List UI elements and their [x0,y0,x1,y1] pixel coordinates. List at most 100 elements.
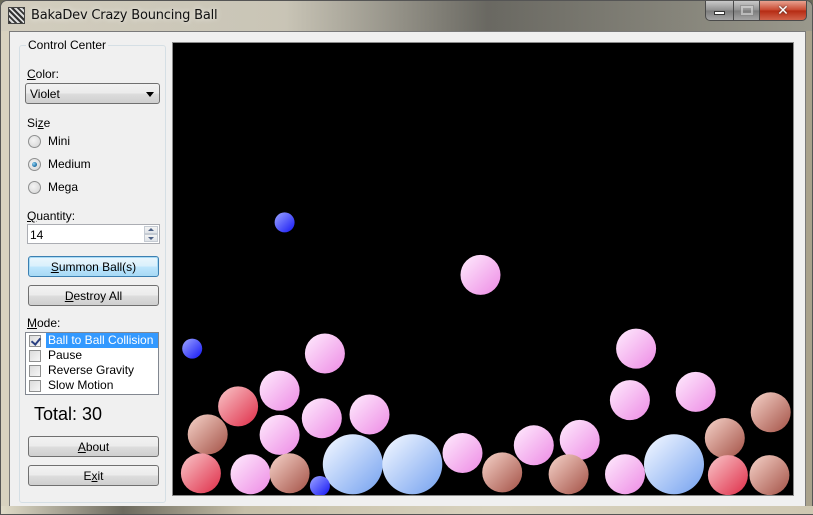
ball-violet-medium [259,370,300,411]
maximize-icon [739,5,754,16]
control-center-title: Control Center [26,38,109,52]
radio-label: Mega [48,180,79,194]
ball-violet-medium [349,394,390,435]
size-label-post: e [43,116,51,130]
ball-brown-medium [750,392,791,433]
ball-violet-medium [559,419,600,460]
quantity-label: Quantity: [27,209,75,223]
window-title: BakaDev Crazy Bouncing Ball [31,8,218,23]
ball-sky-mega [382,434,443,495]
color-dropdown-value: Violet [30,87,60,101]
mode-label-mnemonic: M [27,316,37,330]
ball-blue-mini [182,338,203,359]
mode-item-label: Ball to Ball Collision [46,333,158,348]
close-button[interactable]: ✕ [760,1,807,21]
summon-balls-button[interactable]: Summon Ball(s) [28,256,159,277]
ball-brown-medium [548,454,589,495]
ball-brown-medium [482,452,523,493]
destroy-mnemonic: D [64,288,74,303]
exit-label-post: it [97,468,104,483]
summon-label: ummon Ball(s) [58,259,137,274]
about-mnemonic: A [77,439,86,454]
color-label: Color: [27,67,59,81]
spin-down-icon[interactable] [144,234,158,242]
mode-item-slow-motion[interactable]: Slow Motion [26,378,158,393]
checkbox[interactable] [29,349,41,362]
checkbox[interactable] [29,379,41,392]
ball-violet-medium [230,454,271,495]
radio-indicator [28,157,41,171]
ball-layer [180,212,791,495]
checkbox[interactable] [29,334,41,347]
color-dropdown[interactable]: Violet [25,83,160,104]
mode-item-ball-collision[interactable]: Ball to Ball Collision [26,333,158,348]
size-label: Size [27,116,50,130]
size-radio-mini[interactable]: Mini [28,134,70,148]
mode-label-text: ode: [37,316,61,330]
quantity-input[interactable] [30,227,140,242]
mode-checklist: Ball to Ball Collision Pause Reverse Gra… [25,332,159,395]
mode-item-label: Slow Motion [48,378,114,392]
ball-sky-mega [322,434,383,495]
ball-violet-medium [675,371,716,412]
size-label-pre: Si [27,116,38,130]
size-radio-medium[interactable]: Medium [28,157,91,171]
ball-red-medium [218,386,259,427]
ball-brown-medium [749,455,790,495]
ball-violet-medium [259,414,300,455]
checkbox[interactable] [29,364,41,377]
mode-label: Mode: [27,316,60,330]
summon-mnemonic: S [50,259,59,274]
ball-violet-medium [304,333,345,374]
quantity-spin-buttons [144,226,158,242]
taskbar-edge [1,506,813,514]
ball-red-medium [707,455,748,495]
title-bar[interactable]: BakaDev Crazy Bouncing Ball ✕ [1,1,812,31]
ball-violet-medium [513,425,554,466]
destroy-all-button[interactable]: Destroy All [28,285,159,306]
minimize-button[interactable] [705,1,734,21]
minimize-icon [714,11,725,15]
mode-item-label: Reverse Gravity [48,363,135,377]
total-count: Total: 30 [34,404,103,424]
ball-blue-mini [274,212,295,233]
size-radio-mega[interactable]: Mega [28,180,78,194]
about-button[interactable]: About [28,436,159,457]
maximize-button[interactable] [734,1,760,21]
ball-red-medium [180,453,221,494]
ball-violet-medium [609,380,650,421]
caption-buttons: ✕ [705,1,807,21]
qr-pattern-icon [8,7,25,24]
ball-sky-mega [644,434,704,495]
ball-brown-medium [187,414,228,455]
radio-indicator [28,180,41,194]
radio-indicator [28,134,41,148]
ball-violet-medium [616,328,657,369]
ball-violet-medium [605,454,645,495]
about-label: bout [85,439,110,454]
mode-item-reverse-gravity[interactable]: Reverse Gravity [26,363,158,378]
destroy-label: estroy All [73,288,123,303]
radio-label: Mini [48,134,71,148]
client-area: Control Center Color: Violet Size Mini M… [9,31,806,508]
close-icon: ✕ [777,2,789,19]
app-window: BakaDev Crazy Bouncing Ball ✕ Control Ce… [0,0,813,515]
mode-item-pause[interactable]: Pause [26,348,158,363]
ball-brown-medium [269,453,310,494]
radio-label: Medium [48,157,91,171]
ball-brown-medium [704,418,745,458]
spin-up-icon[interactable] [144,226,158,234]
ball-violet-medium [301,398,342,439]
quantity-stepper [27,224,160,244]
color-label-mnemonic: C [27,67,36,81]
ball-arena[interactable] [172,42,794,496]
chevron-down-icon [146,92,154,97]
ball-violet-medium [442,433,483,473]
quantity-label-text: uantity: [36,209,76,223]
exit-button[interactable]: Ex it [28,465,159,486]
color-label-text: olor: [35,67,60,81]
exit-label-pre: E [83,468,92,483]
ball-violet-medium [460,254,501,295]
mode-item-label: Pause [48,348,83,362]
quantity-label-mnemonic: Q [27,209,37,223]
